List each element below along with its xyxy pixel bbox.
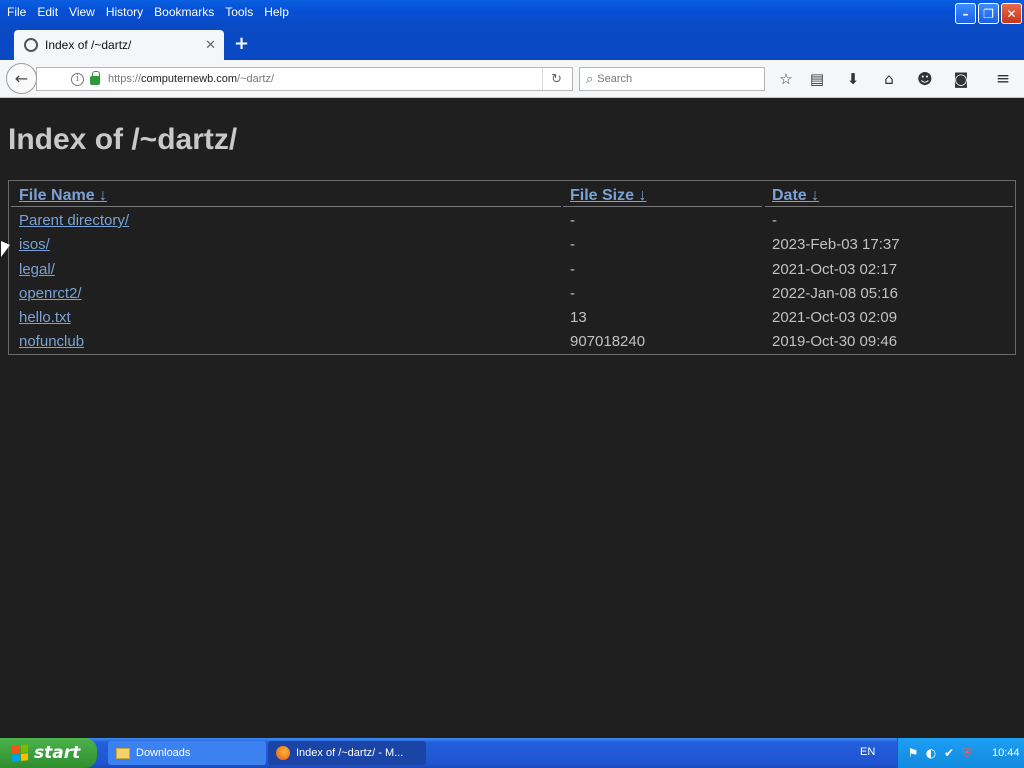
start-button[interactable]: start [0, 738, 97, 768]
search-bar[interactable]: ⌕ [579, 67, 765, 91]
url-separator [542, 68, 544, 90]
file-listing-table: File Name ↓ File Size ↓ Date ↓ Parent di… [8, 180, 1016, 355]
tab-index-of-dartz[interactable]: Index of /~dartz/ ✕ [14, 30, 224, 60]
menu-bookmarks[interactable]: Bookmarks [151, 3, 222, 21]
openrct2-link[interactable]: openrct2/ [19, 285, 82, 302]
table-row-name[interactable]: nofunclub [19, 333, 84, 350]
home-icon[interactable]: ⌂ [879, 69, 899, 89]
arrow-left-icon: ← [14, 69, 29, 88]
language-indicator[interactable]: EN [860, 746, 875, 758]
firefox-icon [276, 746, 290, 760]
window-title-bar: File Edit View History Bookmarks Tools H… [0, 0, 1024, 26]
sort-by-file-name-link[interactable]: File Name ↓ [19, 187, 107, 205]
download-icon[interactable]: ⬇ [843, 69, 863, 89]
tab-title: Index of /~dartz/ [45, 38, 132, 52]
table-row-date: 2022-Jan-08 05:16 [772, 285, 898, 302]
globe-icon [24, 38, 38, 52]
restore-button[interactable]: ❐ [978, 3, 999, 24]
reload-icon[interactable]: ↻ [551, 72, 562, 87]
parent-directory-link[interactable]: Parent directory/ [19, 212, 129, 229]
table-row-size: 907018240 [570, 333, 646, 350]
url-text[interactable]: https://computernewb.com/~dartz/ [108, 73, 542, 85]
taskbar: start Downloads Index of /~dartz/ - M...… [0, 738, 1024, 768]
close-window-button[interactable]: ✕ [1001, 3, 1022, 24]
taskbar-item-downloads[interactable]: Downloads [108, 741, 266, 765]
volume-icon[interactable]: ◐ [924, 746, 938, 760]
table-row-size: - [570, 212, 575, 229]
sort-by-date-link[interactable]: Date ↓ [772, 187, 819, 205]
close-tab-icon[interactable]: ✕ [205, 38, 216, 53]
table-row-size: - [570, 285, 575, 302]
menu-edit[interactable]: Edit [34, 3, 66, 21]
table-row-name[interactable]: Parent directory/ [19, 212, 129, 229]
menu-file[interactable]: File [4, 3, 34, 21]
menu-bar: File Edit View History Bookmarks Tools H… [4, 3, 297, 21]
nofunclub-link[interactable]: nofunclub [19, 333, 84, 350]
bookmarks-library-icon[interactable]: ▤ [807, 69, 827, 89]
table-row-date: - [772, 212, 777, 229]
menu-history[interactable]: History [103, 3, 151, 21]
table-row-date: 2019-Oct-30 09:46 [772, 333, 898, 350]
hello-txt-link[interactable]: hello.txt [19, 309, 71, 326]
url-bar[interactable]: i https://computernewb.com/~dartz/ ↻ [36, 67, 573, 91]
menu-help[interactable]: Help [261, 3, 297, 21]
start-label: start [34, 743, 81, 763]
pocket-icon[interactable]: ◙ [951, 69, 971, 89]
system-tray: ⚑ ◐ ✔ ⛨ 10:44 [897, 738, 1024, 768]
smiley-feedback-icon[interactable]: ☻ [915, 69, 935, 89]
bookmark-star-icon[interactable]: ☆ [776, 69, 796, 89]
new-tab-button[interactable]: + [234, 33, 249, 54]
header-divider [563, 206, 762, 207]
table-row-size: - [570, 261, 575, 278]
sort-by-file-size-link[interactable]: File Size ↓ [570, 187, 646, 205]
header-divider [11, 206, 561, 207]
clock[interactable]: 10:44 [992, 747, 1020, 759]
page-title: Index of /~dartz/ [8, 123, 238, 156]
taskbar-item-firefox[interactable]: Index of /~dartz/ - M... [268, 741, 426, 765]
legal-link[interactable]: legal/ [19, 261, 55, 278]
folder-icon [116, 747, 130, 759]
table-row-size: 13 [570, 309, 587, 326]
table-row-size: - [570, 236, 575, 253]
minimize-button[interactable]: – [955, 3, 976, 24]
menu-view[interactable]: View [66, 3, 103, 21]
table-row-name[interactable]: isos/ [19, 236, 50, 253]
mouse-cursor-icon [1, 241, 10, 257]
table-row-date: 2021-Oct-03 02:17 [772, 261, 898, 278]
tab-strip: Index of /~dartz/ ✕ + [0, 26, 1024, 60]
table-row-date: 2023-Feb-03 17:37 [772, 236, 900, 253]
page-content: Index of /~dartz/ File Name ↓ File Size … [0, 99, 1024, 738]
back-button[interactable]: ← [6, 63, 37, 94]
table-row-name[interactable]: openrct2/ [19, 285, 82, 302]
taskbar-item-label: Downloads [136, 747, 191, 759]
header-divider [765, 206, 1013, 207]
isos-link[interactable]: isos/ [19, 236, 50, 253]
table-row-date: 2021-Oct-03 02:09 [772, 309, 898, 326]
windows-logo-icon [12, 744, 28, 762]
lock-icon[interactable] [90, 71, 100, 85]
network-icon[interactable]: ⚑ [906, 746, 920, 760]
safely-remove-icon[interactable]: ✔ [942, 746, 956, 760]
table-row-name[interactable]: legal/ [19, 261, 55, 278]
security-shield-icon[interactable]: ⛨ [960, 746, 974, 760]
table-row-name[interactable]: hello.txt [19, 309, 71, 326]
navigation-toolbar: i https://computernewb.com/~dartz/ ↻ ← ⌕… [0, 60, 1024, 98]
hamburger-menu-icon[interactable]: ≡ [993, 69, 1013, 89]
taskbar-item-label: Index of /~dartz/ - M... [296, 747, 404, 759]
search-input[interactable] [597, 73, 748, 85]
search-icon: ⌕ [586, 71, 594, 87]
info-icon[interactable]: i [71, 72, 84, 86]
menu-tools[interactable]: Tools [222, 3, 261, 21]
